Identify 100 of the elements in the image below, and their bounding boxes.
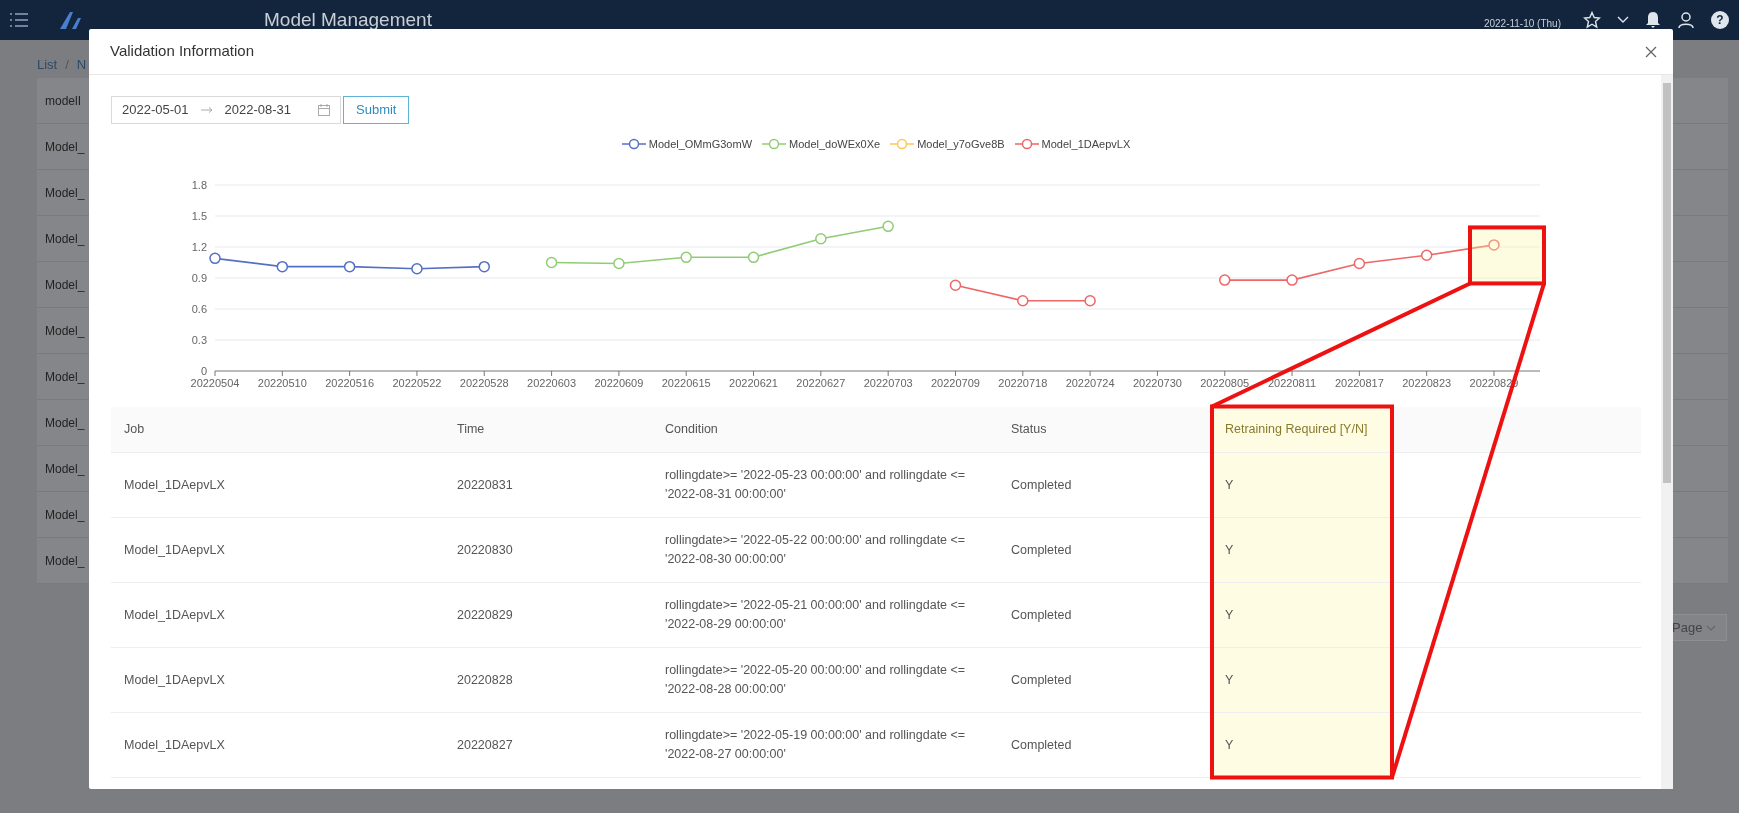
legend-marker-icon: [890, 138, 915, 151]
data-point: [747, 251, 760, 263]
x-tick-label: 20220718: [998, 376, 1048, 389]
legend-item[interactable]: Model_y7oGve8B: [890, 136, 1005, 153]
data-point: [815, 232, 827, 244]
date-text: 2022-11-10 (Thu): [1483, 16, 1561, 31]
x-tick-label: 20220823: [1402, 376, 1452, 389]
column-header: Status: [998, 406, 1212, 453]
chevron-down-icon: [1706, 624, 1717, 631]
table-cell: Completed: [998, 517, 1212, 583]
dialog-title: Validation Information: [110, 41, 254, 62]
table-cell: Y: [1212, 452, 1392, 518]
x-tick-label: 20220516: [325, 376, 375, 389]
table-cell: rollingdate>= '2022-05-21 00:00:00' and rollingdate <= '2022-08-29 00:00:00': [652, 582, 998, 648]
data-point: [1488, 238, 1500, 251]
data-point: [882, 220, 894, 232]
data-point: [411, 262, 423, 274]
table-cell: 20220831: [444, 452, 652, 518]
x-tick-label: 20220522: [392, 376, 442, 389]
table-cell: rollingdate>= '2022-05-19 00:00:00' and rollingdate <= '2022-08-27 00:00:00': [652, 712, 998, 778]
x-tick-label: 20220615: [661, 376, 711, 389]
y-tick-label: 0.9: [191, 271, 207, 284]
star-icon[interactable]: [1583, 11, 1601, 29]
chevron-down-icon[interactable]: [1617, 16, 1629, 24]
legend-marker-icon: [621, 138, 646, 151]
calendar-icon: [318, 104, 330, 116]
table-cell: Model_1DAepvLX: [111, 452, 444, 518]
data-point: [949, 279, 962, 291]
table-cell: Completed: [998, 647, 1212, 713]
submit-button[interactable]: Submit: [343, 96, 410, 124]
y-tick-label: 1.5: [191, 209, 207, 222]
legend-marker-icon: [762, 138, 787, 151]
x-tick-label: 20220603: [527, 376, 577, 389]
table-cell: 20220827: [444, 712, 652, 778]
y-tick-label: 0.3: [191, 333, 207, 346]
table-cell: Model_1DAepvLX: [111, 517, 444, 583]
table-cell: Model_1DAepvLX: [111, 582, 444, 648]
user-icon[interactable]: [1677, 11, 1695, 29]
table-cell: Completed: [998, 712, 1212, 778]
legend-label: Model_doWEx0Xe: [789, 137, 881, 152]
data-point: [545, 256, 558, 268]
data-point: [1017, 294, 1029, 306]
data-point: [276, 260, 289, 272]
legend-item[interactable]: Model_doWEx0Xe: [762, 136, 881, 153]
x-tick-label: 20220805: [1200, 376, 1250, 389]
x-tick-label: 20220730: [1132, 376, 1182, 389]
table-cell: 20220828: [444, 647, 652, 713]
x-tick-label: 20220528: [459, 376, 509, 389]
data-point: [1286, 273, 1298, 286]
x-tick-label: 20220510: [257, 376, 307, 389]
legend-label: Model_y7oGve8B: [917, 137, 1005, 152]
table-cell: Model_1DAepvLX: [111, 712, 444, 778]
column-header: Time: [444, 406, 652, 453]
data-point: [209, 252, 221, 264]
data-point: [1420, 249, 1433, 261]
x-tick-label: 20220504: [190, 376, 240, 389]
bell-icon[interactable]: [1645, 11, 1661, 29]
table-cell: Y: [1212, 647, 1392, 713]
x-tick-label: 20220609: [594, 376, 644, 389]
column-header: Condition: [652, 406, 998, 453]
x-tick-label: 20220627: [796, 376, 846, 389]
data-point: [1353, 257, 1366, 269]
x-tick-label: 20220724: [1065, 376, 1115, 389]
close-icon[interactable]: [1645, 45, 1657, 58]
legend-item[interactable]: Model_OMmG3omW: [621, 136, 753, 153]
table-cell: Y: [1212, 517, 1392, 583]
table-cell: rollingdate>= '2022-05-23 00:00:00' and rollingdate <= '2022-08-31 00:00:00': [652, 452, 998, 518]
data-point: [1219, 273, 1231, 286]
x-tick-label: 20220817: [1334, 376, 1384, 389]
data-point: [478, 260, 490, 272]
column-header: Job: [111, 406, 444, 453]
data-point: [1084, 294, 1096, 306]
table-cell: Model_1DAepvLX: [111, 647, 444, 713]
y-tick-label: 1.2: [191, 240, 207, 253]
table-cell: Completed: [998, 582, 1212, 648]
x-tick-label: 20220811: [1268, 376, 1317, 389]
legend-label: Model_1DAepvLX: [1041, 137, 1131, 152]
table-cell: 20220829: [444, 582, 652, 648]
menu-icon[interactable]: [10, 12, 28, 28]
legend-marker-icon: [1014, 138, 1039, 151]
app-title: Model Management: [264, 7, 432, 32]
table-cell: 20220830: [444, 517, 652, 583]
table-cell: Completed: [998, 452, 1212, 518]
y-tick-label: 0.6: [191, 302, 207, 315]
table-cell: Y: [1212, 712, 1392, 778]
data-point: [680, 251, 692, 263]
data-point: [343, 260, 356, 272]
table-cell: rollingdate>= '2022-05-20 00:00:00' and rollingdate <= '2022-08-28 00:00:00': [652, 647, 998, 713]
x-tick-label: 20220621: [729, 376, 778, 389]
table-cell: rollingdate>= '2022-05-22 00:00:00' and rollingdate <= '2022-08-30 00:00:00': [652, 517, 998, 583]
date-range-field[interactable]: 2022-05-01 2022-08-31: [111, 96, 341, 124]
x-tick-label: 20220709: [931, 376, 980, 389]
breadcrumb-separator: /: [65, 56, 69, 75]
arrow-icon: [200, 107, 213, 113]
y-tick-label: 0: [200, 364, 207, 377]
table-cell: Y: [1212, 582, 1392, 648]
help-button[interactable]: ?: [1711, 11, 1729, 29]
legend-item[interactable]: Model_1DAepvLX: [1014, 136, 1131, 153]
data-point: [613, 257, 625, 269]
legend-label: Model_OMmG3omW: [648, 137, 753, 152]
